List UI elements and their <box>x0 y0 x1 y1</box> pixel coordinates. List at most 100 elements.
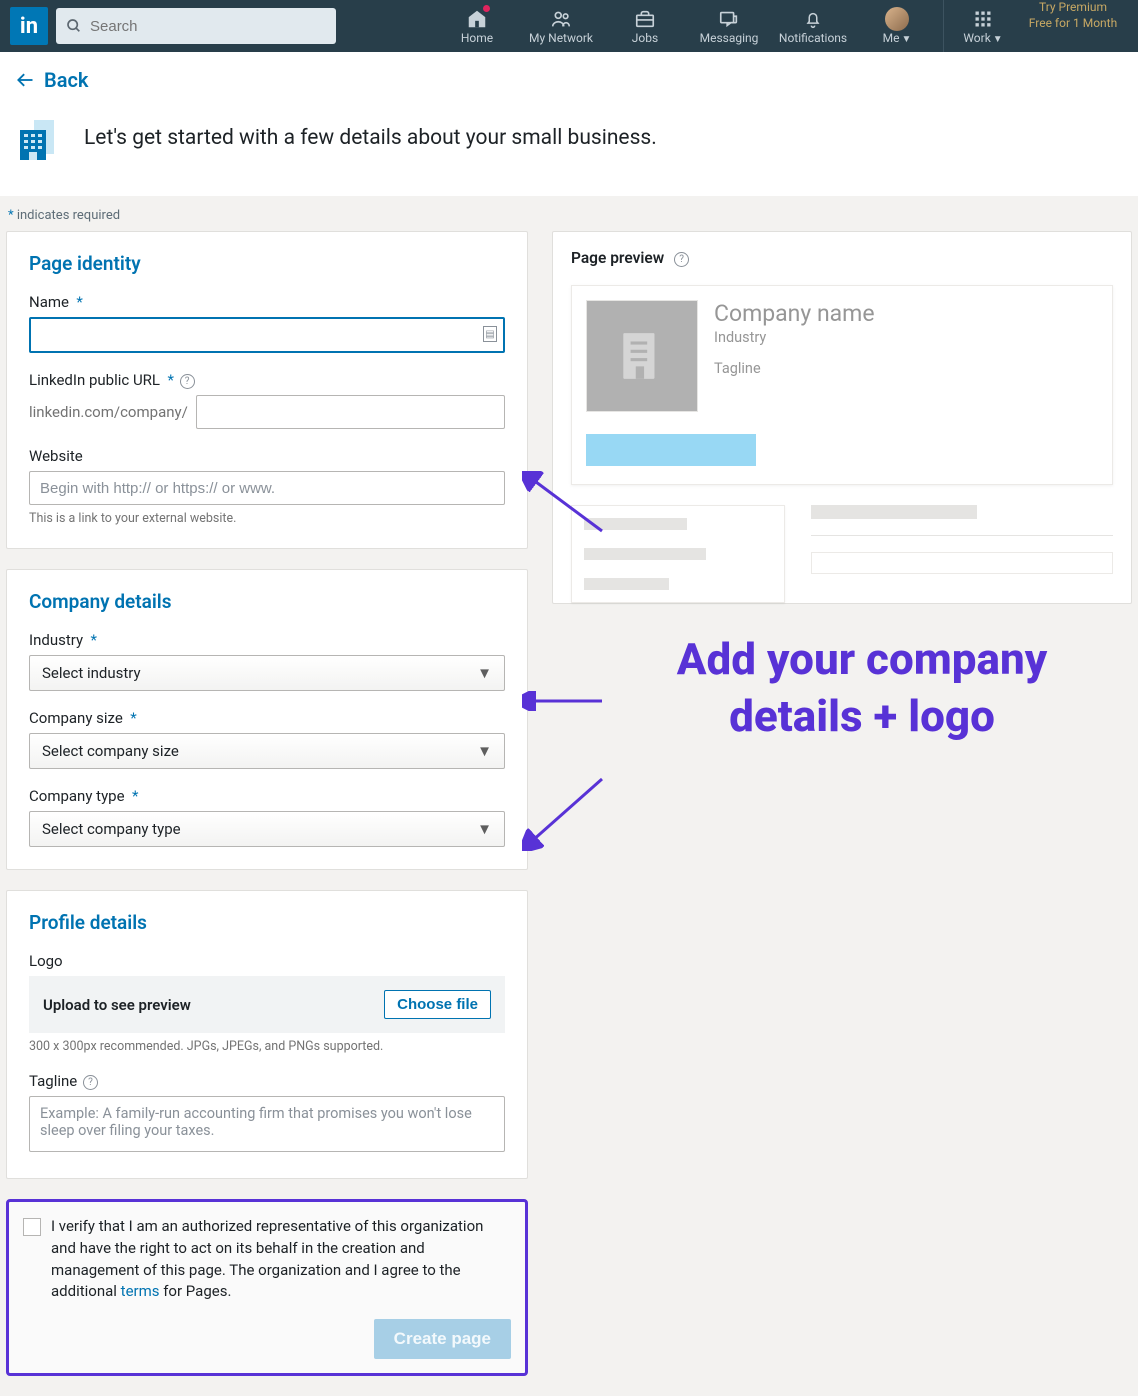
nav-label: Home <box>461 31 493 45</box>
premium-line2: Free for 1 Month <box>1024 16 1122 32</box>
avatar <box>885 8 909 30</box>
premium-line1: Try Premium <box>1024 0 1122 16</box>
skeleton-bar <box>811 505 977 519</box>
help-icon[interactable]: ? <box>674 252 689 267</box>
global-nav: in Home My Network Jobs Messaging Notifi… <box>0 0 1138 52</box>
industry-label: Industry * <box>29 631 505 649</box>
search-input[interactable] <box>56 8 336 44</box>
profile-details-card: Profile details Logo Upload to see previ… <box>6 890 528 1179</box>
chevron-down-icon: ▼ <box>901 34 911 45</box>
bell-icon <box>803 8 823 30</box>
website-input[interactable] <box>29 471 505 505</box>
tagline-field: Tagline ? <box>29 1072 505 1156</box>
chevron-down-icon: ▼ <box>477 820 492 838</box>
type-label: Company type * <box>29 787 505 805</box>
help-icon[interactable]: ? <box>83 1075 98 1090</box>
people-icon <box>549 8 573 30</box>
page-identity-card: Page identity Name * ▤ LinkedIn public U… <box>6 231 528 549</box>
chevron-down-icon: ▼ <box>993 34 1003 45</box>
company-details-heading: Company details <box>29 590 505 613</box>
nav-jobs[interactable]: Jobs <box>603 0 687 52</box>
url-input[interactable] <box>196 395 505 429</box>
skeleton-right <box>811 505 1113 603</box>
url-prefix: linkedin.com/company/ <box>29 403 188 421</box>
skeleton-bar <box>584 578 669 590</box>
preview-industry: Industry <box>714 329 875 346</box>
website-field: Website This is a link to your external … <box>29 447 505 526</box>
logo-upload-box: Upload to see preview Choose file <box>29 976 505 1033</box>
preview-company-name: Company name <box>714 300 875 327</box>
grid-icon <box>973 8 993 30</box>
nav-label: My Network <box>529 31 593 45</box>
nav-work[interactable]: Work▼ <box>948 0 1018 52</box>
annotation-arrow-icon <box>522 471 612 541</box>
help-icon[interactable]: ? <box>180 374 195 389</box>
preview-cta-placeholder <box>586 434 756 466</box>
nav-label: Work▼ <box>963 31 1002 45</box>
name-input[interactable] <box>29 317 505 353</box>
preview-title-row: Page preview ? <box>571 248 1113 267</box>
type-select[interactable]: Select company type ▼ <box>29 811 505 847</box>
choose-file-button[interactable]: Choose file <box>384 990 491 1019</box>
annotation-text: Add your company details + logo <box>632 631 1092 745</box>
size-value: Select company size <box>42 742 179 760</box>
verify-checkbox[interactable] <box>23 1218 41 1236</box>
nav-home[interactable]: Home <box>435 0 519 52</box>
arrow-left-icon <box>14 70 36 90</box>
size-field: Company size * Select company size ▼ <box>29 709 505 769</box>
business-icon <box>14 114 62 162</box>
intro-text: Let's get started with a few details abo… <box>84 126 657 150</box>
preview-title: Page preview <box>571 249 664 267</box>
industry-value: Select industry <box>42 664 141 682</box>
industry-select[interactable]: Select industry ▼ <box>29 655 505 691</box>
type-value: Select company type <box>42 820 181 838</box>
required-indicator-note: * indicates required <box>0 196 1138 231</box>
profile-details-heading: Profile details <box>29 911 505 934</box>
nav-messaging[interactable]: Messaging <box>687 0 771 52</box>
annotation-arrow-icon <box>522 691 612 711</box>
website-label: Website <box>29 447 505 465</box>
nav-label: Jobs <box>632 31 658 45</box>
search-wrap <box>56 8 336 44</box>
nav-me[interactable]: Me▼ <box>855 0 939 52</box>
contacts-icon: ▤ <box>483 326 497 342</box>
search-icon <box>66 18 82 38</box>
back-button[interactable]: Back <box>14 68 88 92</box>
verify-text: I verify that I am an authorized represe… <box>51 1216 511 1303</box>
skeleton-bar <box>584 548 706 560</box>
size-select[interactable]: Select company size ▼ <box>29 733 505 769</box>
create-page-button[interactable]: Create page <box>374 1319 511 1359</box>
annotation-arrow-icon <box>522 771 612 851</box>
preview-skeleton <box>571 505 1113 603</box>
notification-badge <box>482 4 491 13</box>
logo-field: Logo Upload to see preview Choose file 3… <box>29 952 505 1054</box>
preview-tagline: Tagline <box>714 360 875 377</box>
nav-label: Notifications <box>779 31 847 45</box>
tagline-input[interactable] <box>29 1096 505 1152</box>
nav-items: Home My Network Jobs Messaging Notificat… <box>435 0 1128 52</box>
name-label: Name * <box>29 293 505 311</box>
url-field: LinkedIn public URL * ? linkedin.com/com… <box>29 371 505 429</box>
briefcase-icon <box>634 8 656 30</box>
company-details-card: Company details Industry * Select indust… <box>6 569 528 870</box>
nav-label: Me▼ <box>883 31 912 45</box>
linkedin-logo[interactable]: in <box>10 7 48 45</box>
skeleton-bar <box>811 535 1113 536</box>
industry-field: Industry * Select industry ▼ <box>29 631 505 691</box>
page-preview-card: Page preview ? Company name Industry Tag… <box>552 231 1132 604</box>
page-identity-heading: Page identity <box>29 252 505 275</box>
type-field: Company type * Select company type ▼ <box>29 787 505 847</box>
chevron-down-icon: ▼ <box>477 742 492 760</box>
logo-hint: 300 x 300px recommended. JPGs, JPEGs, an… <box>29 1039 505 1054</box>
nav-network[interactable]: My Network <box>519 0 603 52</box>
nav-label: Messaging <box>700 31 759 45</box>
terms-link[interactable]: terms <box>121 1282 160 1300</box>
size-label: Company size * <box>29 709 505 727</box>
page-header: Back Let's get started with a few detail… <box>0 52 1138 196</box>
tagline-label: Tagline ? <box>29 1072 505 1090</box>
nav-notifications[interactable]: Notifications <box>771 0 855 52</box>
premium-upsell[interactable]: Try Premium Free for 1 Month <box>1018 0 1128 52</box>
back-label: Back <box>44 68 88 92</box>
url-label: LinkedIn public URL * ? <box>29 371 505 389</box>
logo-label: Logo <box>29 952 505 970</box>
